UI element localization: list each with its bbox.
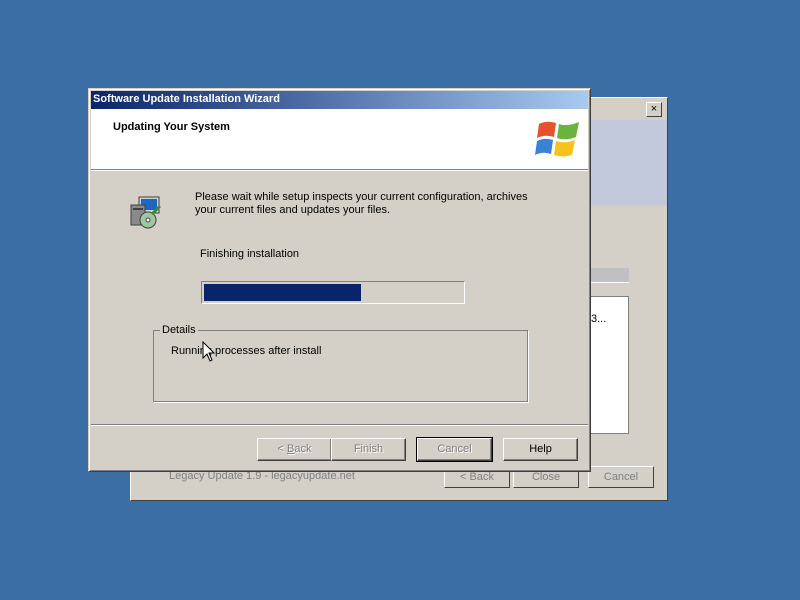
details-text: Running processes after install: [171, 345, 322, 357]
back-button-prefix: <: [277, 443, 287, 455]
back-button-rest: ack: [294, 443, 312, 455]
help-button[interactable]: Help: [503, 438, 578, 461]
legacy-update-banner: [591, 120, 667, 206]
page-title: Updating Your System: [113, 121, 230, 133]
status-text: Finishing installation: [200, 248, 300, 260]
mouse-pointer-icon: [202, 341, 216, 362]
installation-wizard-window: Software Update Installation Wizard Upda…: [88, 88, 591, 472]
intro-text: Please wait while setup inspects your cu…: [195, 191, 528, 216]
button-area-divider: [91, 424, 588, 426]
windows-logo-icon: [535, 121, 579, 157]
desktop: × 3... Legacy Update 1.9 - legacyupdate.…: [0, 0, 800, 600]
bg-cancel-button[interactable]: Cancel: [588, 466, 654, 488]
close-icon[interactable]: ×: [646, 102, 662, 117]
list-item: 3...: [591, 313, 607, 325]
wizard-titlebar[interactable]: Software Update Installation Wizard: [91, 91, 588, 109]
wizard-header: Updating Your System: [91, 109, 588, 170]
progress-fill: [204, 284, 361, 301]
installation-progress-bar: [201, 281, 465, 304]
legacy-update-list-header: [591, 268, 629, 283]
window-title: Software Update Installation Wizard: [93, 93, 280, 105]
back-button[interactable]: < Back: [257, 438, 332, 461]
finish-button[interactable]: Finish: [331, 438, 406, 461]
legacy-update-list: 3...: [591, 296, 629, 434]
header-divider: [91, 170, 588, 171]
cancel-button[interactable]: Cancel: [416, 437, 493, 462]
details-label: Details: [160, 324, 198, 336]
setup-installer-icon: [130, 196, 161, 229]
